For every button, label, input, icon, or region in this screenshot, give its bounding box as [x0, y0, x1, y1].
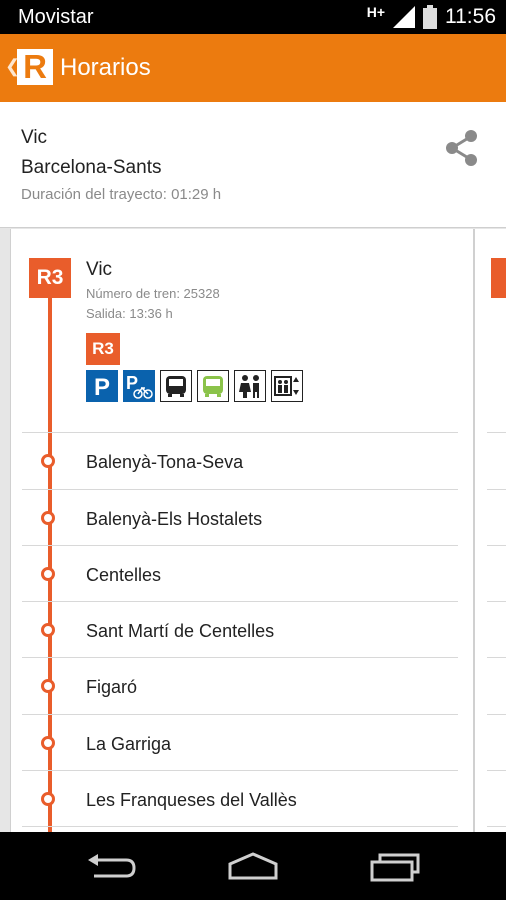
trip-duration: Duración del trayecto: 01:29 h — [21, 186, 222, 203]
route-summary: Vic Barcelona-Sants Duración del trayect… — [0, 102, 506, 228]
share-icon[interactable] — [443, 128, 481, 168]
back-icon[interactable] — [86, 852, 138, 882]
divider — [487, 826, 506, 827]
stop-item[interactable]: Centelles — [11, 546, 473, 602]
stop-item[interactable]: La Garriga — [11, 715, 473, 771]
toilets-icon — [234, 370, 266, 402]
signal-icon — [393, 6, 415, 28]
divider — [487, 601, 506, 602]
stop-dot-icon — [41, 567, 55, 581]
app-bar: ❮ R Horarios — [0, 34, 506, 102]
stop-item[interactable]: Figaró — [11, 658, 473, 714]
stop-name: Centelles — [86, 565, 162, 585]
line-badge-small: R3 — [86, 333, 120, 365]
home-icon[interactable] — [226, 850, 280, 882]
navigation-bar — [0, 832, 506, 900]
stop-dot-icon — [41, 623, 55, 637]
departure-time: Salida: 13:36 h — [86, 306, 173, 321]
line-badge: R3 — [29, 258, 71, 298]
page-title: Horarios — [60, 54, 151, 81]
stop-dot-icon — [41, 454, 55, 468]
recent-apps-icon[interactable] — [370, 850, 422, 882]
stop-dot-icon — [41, 792, 55, 806]
status-bar: Movistar H+ 11:56 — [0, 0, 506, 34]
stop-name: La Garriga — [86, 734, 172, 754]
stop-name: Balenyà-Tona-Seva — [86, 452, 244, 472]
carrier-name: Movistar — [18, 6, 94, 28]
stop-name: Balenyà-Els Hostalets — [86, 509, 263, 529]
divider — [487, 545, 506, 546]
green-bus-icon — [197, 370, 229, 402]
parking-icon: P — [86, 370, 118, 402]
bike-parking-icon: P — [123, 370, 155, 402]
departure-station: Vic — [86, 259, 113, 280]
clock: 11:56 — [445, 5, 496, 28]
divider — [22, 826, 458, 827]
stop-name: Figaró — [86, 677, 138, 697]
stop-name: Les Franqueses del Vallès — [86, 790, 297, 810]
stop-dot-icon — [41, 511, 55, 525]
stop-dot-icon — [41, 679, 55, 693]
rodalies-logo[interactable]: R — [17, 49, 53, 85]
stop-name: Sant Martí de Centelles — [86, 621, 275, 641]
network-type: H+ — [366, 4, 385, 20]
battery-icon — [423, 5, 437, 29]
divider — [487, 489, 506, 490]
svg-text:P: P — [94, 374, 110, 401]
stop-item[interactable]: Sant Martí de Centelles — [11, 602, 473, 658]
stop-item[interactable]: Balenyà-Els Hostalets — [11, 490, 473, 546]
divider — [487, 714, 506, 715]
train-number: Número de tren: 25328 — [86, 286, 220, 301]
stop-item[interactable]: Les Franqueses del Vallès — [11, 771, 473, 827]
origin-station: Vic — [21, 127, 48, 148]
divider — [487, 657, 506, 658]
bus-icon — [160, 370, 192, 402]
next-line-badge — [491, 258, 506, 298]
stop-dot-icon — [41, 736, 55, 750]
destination-station: Barcelona-Sants — [21, 157, 162, 178]
next-trip-card[interactable] — [474, 229, 506, 832]
elevator-icon — [271, 370, 303, 402]
divider — [487, 432, 506, 433]
divider — [487, 770, 506, 771]
trip-card[interactable]: R3 Vic Número de tren: 25328 Salida: 13:… — [10, 229, 474, 832]
stop-item[interactable]: Balenyà-Tona-Seva — [11, 433, 473, 489]
